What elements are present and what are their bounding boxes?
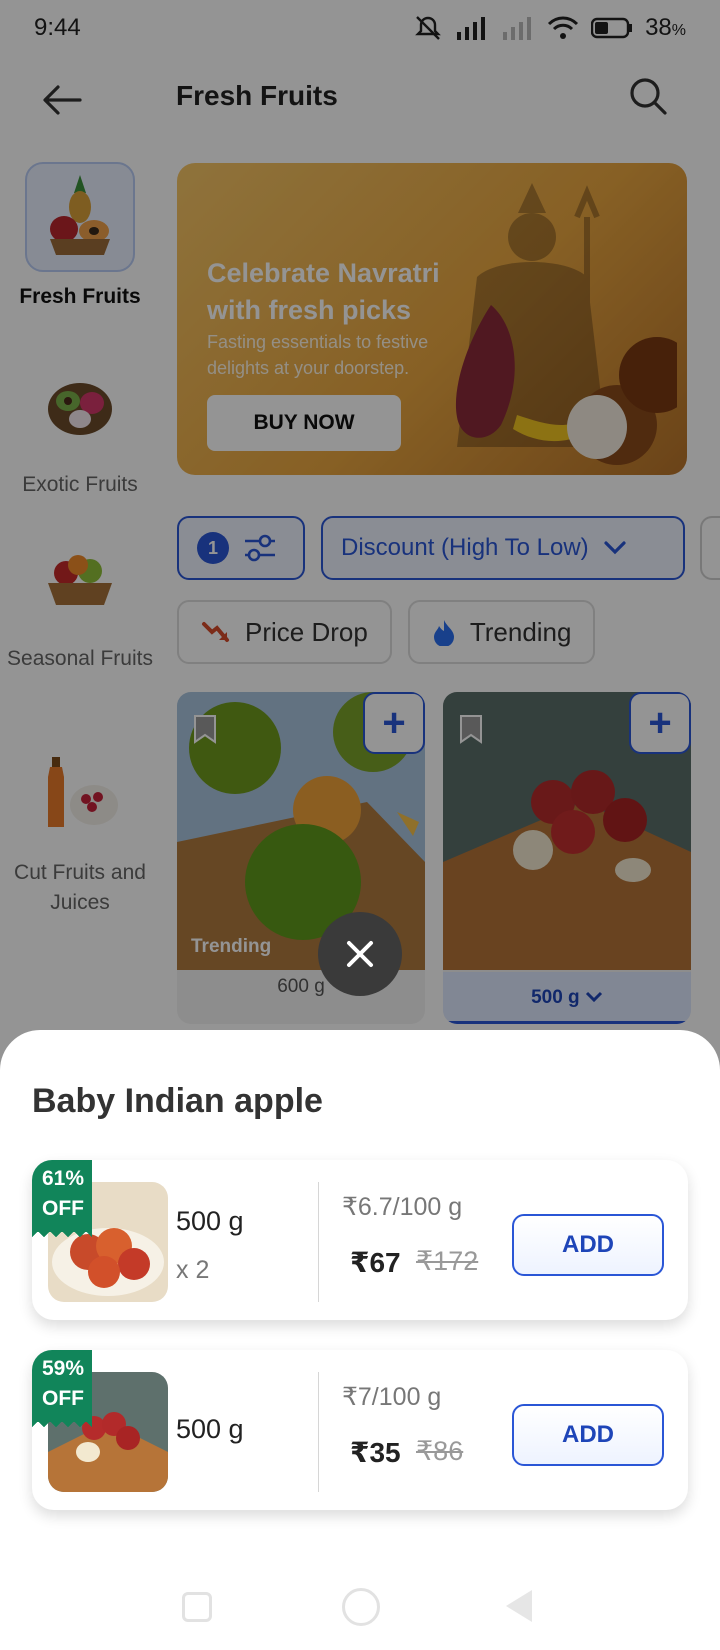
discount-off-label: OFF <box>42 1197 84 1220</box>
divider <box>318 1372 319 1492</box>
selling-price: ₹35 <box>350 1437 401 1468</box>
home-button[interactable] <box>342 1588 380 1626</box>
back-nav-button[interactable] <box>506 1590 532 1622</box>
selling-price: ₹67 <box>350 1247 401 1278</box>
mrp-price: ₹86 <box>416 1436 464 1466</box>
unit-price: ₹7/100 g <box>342 1383 442 1411</box>
recents-button[interactable] <box>182 1592 212 1622</box>
variant-size: 500 g <box>176 1414 244 1444</box>
divider <box>318 1182 319 1302</box>
variant-bottom-sheet: Baby Indian apple 61% OFF 500 g x 2 ₹6.7… <box>0 1030 720 1650</box>
discount-percent: 59% <box>42 1357 85 1380</box>
variant-size: 500 g <box>176 1206 244 1236</box>
discount-badge: 61% OFF <box>32 1160 92 1242</box>
variant-quantity: x 2 <box>176 1256 210 1284</box>
discount-percent: 61% <box>42 1167 85 1190</box>
add-button[interactable]: ADD <box>512 1214 664 1276</box>
discount-off-label: OFF <box>42 1387 84 1410</box>
sheet-title: Baby Indian apple <box>32 1082 323 1120</box>
variant-card: 59% OFF 500 g ₹7/100 g ₹35 ₹86 ADD <box>32 1350 688 1510</box>
unit-price: ₹6.7/100 g <box>342 1193 463 1221</box>
mrp-price: ₹172 <box>416 1246 479 1276</box>
variant-card: 61% OFF 500 g x 2 ₹6.7/100 g ₹67 ₹172 AD… <box>32 1160 688 1320</box>
discount-badge: 59% OFF <box>32 1350 92 1432</box>
close-button[interactable] <box>318 912 402 996</box>
add-button[interactable]: ADD <box>512 1404 664 1466</box>
close-icon <box>347 941 373 967</box>
system-nav-bar <box>0 1570 720 1640</box>
